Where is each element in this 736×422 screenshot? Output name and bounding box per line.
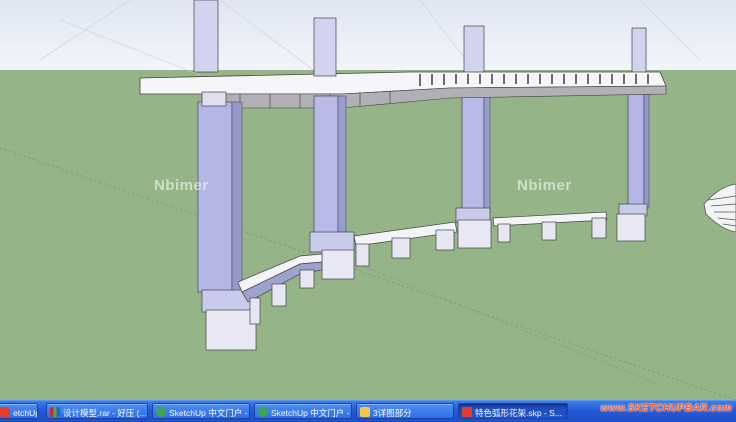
taskbar-item-browser-2[interactable]: SketchUp 中文门户 - ... [254, 403, 352, 419]
taskbar-item-label: 3详图部分 [373, 407, 412, 418]
taskbar-item-archive[interactable]: 设计模型.rar - 好压 (... [46, 403, 148, 419]
sky [0, 0, 736, 70]
watermark-right: Nbimer [517, 177, 572, 194]
taskbar-item-label: SketchUp 中文门户 - ... [271, 407, 352, 418]
watermark-left: Nbimer [154, 177, 209, 194]
brand-watermark: www.SKETCHUPBAR.com [600, 403, 732, 414]
sketchup-3d-viewport[interactable]: Nbimer Nbimer [0, 0, 736, 400]
sketchup-icon [462, 406, 472, 417]
taskbar-item-label: etchUp ... [13, 407, 38, 418]
taskbar-item-label: 特色弧形花架.skp - S... [475, 407, 562, 418]
folder-icon [360, 406, 370, 417]
taskbar-item-folder[interactable]: 3详图部分 [356, 403, 454, 419]
taskbar-item-browser-1[interactable]: SketchUp 中文门户 - ... [152, 403, 250, 419]
taskbar-item-sketchup-active[interactable]: 特色弧形花架.skp - S... [458, 403, 568, 419]
browser-icon [156, 406, 166, 417]
taskbar-item-label: 设计模型.rar - 好压 (... [63, 407, 147, 418]
browser-icon [258, 406, 268, 417]
pergola-model [0, 0, 736, 400]
taskbar-item-sketchup[interactable]: etchUp ... [0, 403, 38, 419]
sketchup-icon [0, 406, 10, 417]
taskbar-item-label: SketchUp 中文门户 - ... [169, 407, 250, 418]
archive-icon [50, 406, 60, 417]
